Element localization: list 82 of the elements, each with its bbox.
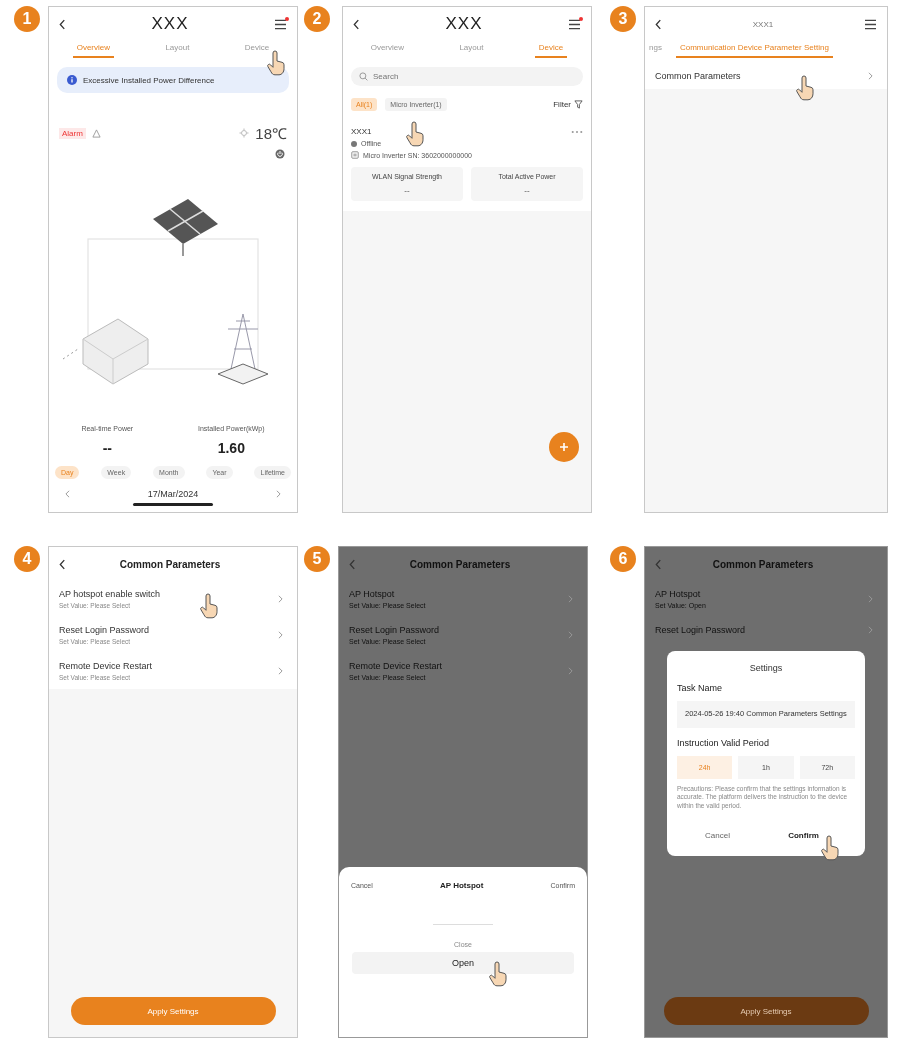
- tab[interactable]: Communication Device Parameter Setting: [675, 41, 833, 58]
- temperature: 18℃: [255, 124, 287, 143]
- info-icon: [67, 75, 77, 85]
- tab[interactable]: Overview: [72, 41, 115, 58]
- chevron-right-icon: [278, 667, 283, 675]
- chevron-right-icon: [278, 631, 283, 639]
- confirm-button[interactable]: Confirm: [786, 828, 827, 842]
- search-field[interactable]: Search: [351, 67, 583, 86]
- metric-value: --: [523, 186, 531, 195]
- row-title: Remote Device Restart: [349, 661, 443, 671]
- chevron-right-icon: [568, 667, 573, 675]
- hand-pointer-icon: [819, 835, 840, 862]
- picker-option[interactable]: Open: [352, 952, 574, 974]
- notification-dot: [579, 16, 583, 21]
- dialog-title: Settings: [748, 663, 784, 673]
- chevron-right-icon: [568, 631, 573, 639]
- back-icon[interactable]: [59, 18, 66, 30]
- status-dot: [351, 140, 357, 147]
- screen-title: XXX1: [751, 19, 775, 29]
- stat-value: --: [101, 440, 113, 456]
- screen-title: Common Parameters: [711, 558, 815, 570]
- row-title: Reset Login Password: [59, 625, 150, 635]
- chevron-right-icon: [868, 595, 873, 603]
- funnel-icon: [574, 100, 583, 109]
- step-number: 5: [304, 546, 330, 572]
- warning-icon: [91, 128, 101, 138]
- row-title: AP Hotspot: [655, 589, 702, 599]
- screen-title: Common Parameters: [408, 558, 512, 570]
- tab[interactable]: Layout: [161, 41, 194, 58]
- step-number: 3: [610, 6, 636, 32]
- apply-settings-button[interactable]: Apply Settings: [663, 997, 869, 1025]
- hand-pointer-icon: [199, 593, 219, 619]
- date-label: 17/Mar/2024: [147, 489, 199, 499]
- alarm-status: Alarm: [59, 127, 86, 139]
- tab[interactable]: Overview: [366, 41, 409, 58]
- row-title: AP Hotspot: [349, 589, 396, 599]
- hand-pointer-icon: [795, 75, 815, 101]
- screen-title: XXX: [444, 14, 484, 34]
- menu-icon[interactable]: [864, 18, 877, 30]
- screen-title: Common Parameters: [118, 558, 222, 570]
- notice-text: Excessive Installed Power Difference: [83, 75, 215, 85]
- back-icon[interactable]: [353, 18, 360, 30]
- search-icon: [359, 72, 368, 81]
- hand-pointer-icon: [266, 49, 287, 76]
- menu-icon[interactable]: [274, 18, 287, 30]
- sheet-title: AP Hotspot: [439, 881, 484, 890]
- chevron-right-icon: [568, 595, 573, 603]
- chevron-right-icon: [868, 626, 873, 634]
- step-number: 6: [610, 546, 636, 572]
- more-icon[interactable]: [571, 129, 583, 134]
- row-title: Common Parameters: [655, 71, 741, 81]
- field-label: Task Name: [677, 683, 723, 693]
- chevron-right-icon: [278, 595, 283, 603]
- row-title: Reset Login Password: [349, 625, 440, 635]
- filter-label: Filter: [553, 100, 571, 109]
- tab[interactable]: ngs: [645, 41, 666, 58]
- screen-title: XXX: [150, 14, 190, 34]
- notification-dot: [285, 16, 289, 21]
- step-number: 1: [14, 6, 40, 32]
- hand-pointer-icon: [405, 121, 425, 147]
- row-title: Remote Device Restart: [59, 661, 153, 671]
- device-name: XXX1: [351, 127, 372, 136]
- cancel-button[interactable]: Cancel: [705, 828, 730, 842]
- chevron-right-icon: [868, 72, 873, 80]
- row-title: AP hotspot enable switch: [59, 589, 160, 599]
- metric-value: --: [403, 186, 411, 195]
- stat-value: 1.60: [216, 440, 246, 456]
- tab[interactable]: Device: [534, 41, 568, 58]
- power-icon[interactable]: [275, 149, 285, 159]
- device-icon: [351, 151, 359, 159]
- menu-icon[interactable]: [568, 18, 581, 30]
- back-icon[interactable]: [655, 18, 662, 30]
- step-number: 2: [304, 6, 330, 32]
- field-label: Instruction Valid Period: [677, 737, 770, 748]
- plus-icon: [559, 442, 569, 452]
- tab[interactable]: Device: [240, 41, 274, 58]
- filter-button[interactable]: Filter: [553, 100, 583, 109]
- hand-pointer-icon: [487, 960, 508, 987]
- row-title: Reset Login Password: [655, 625, 746, 635]
- tab[interactable]: Layout: [455, 41, 488, 58]
- back-icon[interactable]: [59, 558, 66, 570]
- step-number: 4: [14, 546, 40, 572]
